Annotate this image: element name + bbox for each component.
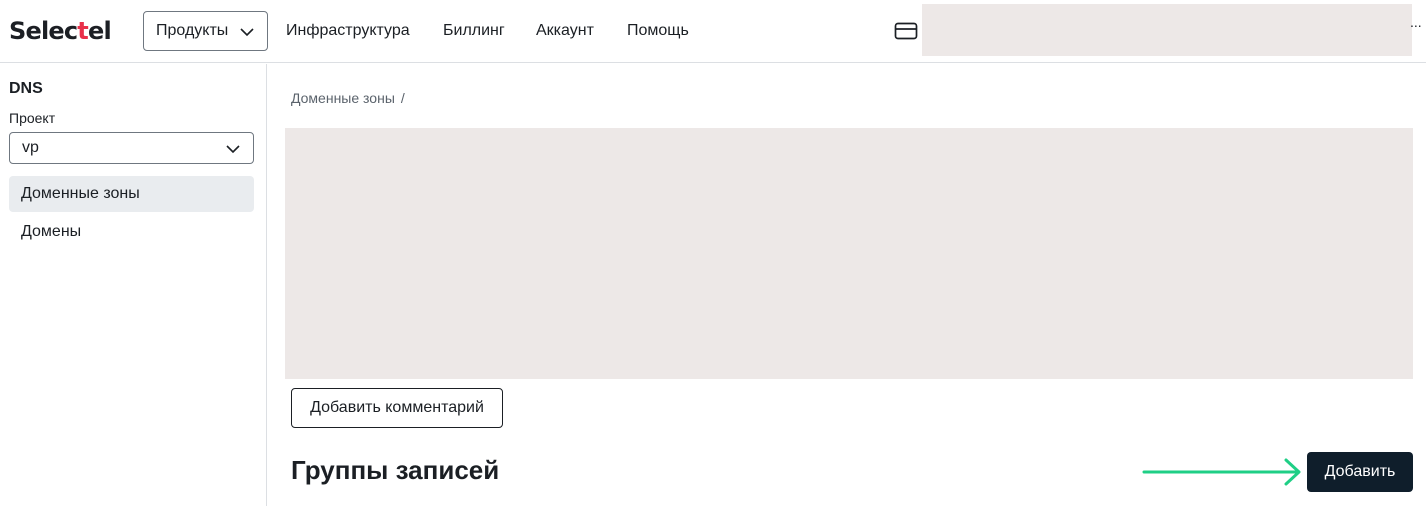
overflow-indicator: ... [1410,14,1422,30]
card-icon[interactable] [894,21,918,41]
selectel-logo[interactable]: Selectel [9,15,112,47]
breadcrumb-separator: / [400,90,405,106]
chevron-down-icon [240,28,254,37]
add-button[interactable]: Добавить [1307,452,1413,492]
products-dropdown-button[interactable]: Продукты [143,11,268,51]
nav-item-account[interactable]: Аккаунт [536,21,594,41]
nav-item-help[interactable]: Помощь [627,21,689,41]
sidebar: DNS Проект vp Доменные зоны Домены [0,64,267,506]
record-groups-title: Группы записей [291,455,500,485]
products-label: Продукты [156,22,229,39]
redacted-account-area [922,4,1412,56]
breadcrumb: Доменные зоны / [291,90,405,106]
logo-text-start: Selec [9,17,78,45]
sidebar-item-domain-zones[interactable]: Доменные зоны [9,176,254,212]
project-select[interactable]: vp [9,132,254,164]
breadcrumb-link-domain-zones[interactable]: Доменные зоны [291,90,395,106]
nav-item-infrastructure[interactable]: Инфраструктура [286,21,410,41]
add-comment-button[interactable]: Добавить комментарий [291,388,503,428]
nav-item-billing[interactable]: Биллинг [443,21,505,41]
project-label: Проект [9,110,56,126]
sidebar-item-domains[interactable]: Домены [9,214,254,250]
top-navigation-bar: Selectel Продукты Инфраструктура Биллинг… [0,0,1426,63]
sidebar-title: DNS [9,80,43,97]
project-select-value: vp [22,139,39,156]
chevron-down-icon [226,145,240,154]
sidebar-item-label: Доменные зоны [21,185,140,202]
logo-text-accent: t [77,17,88,45]
arrow-right-icon [1142,458,1301,486]
logo-text-end: el [87,17,112,45]
sidebar-item-label: Домены [21,223,82,240]
redacted-zone-details [285,128,1413,379]
